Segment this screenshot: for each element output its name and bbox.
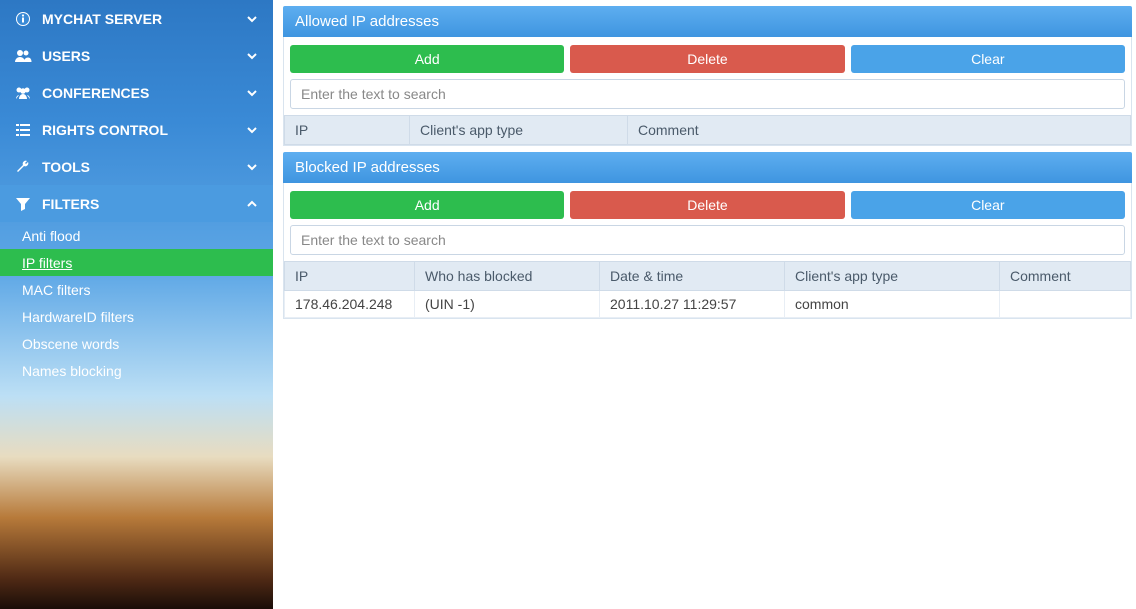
blocked-add-button[interactable]: Add [290, 191, 564, 219]
chevron-down-icon [245, 49, 259, 63]
nav-label: RIGHTS CONTROL [42, 122, 168, 138]
allowed-toolbar: Add Delete Clear [284, 37, 1131, 79]
chevron-down-icon [245, 123, 259, 137]
cell-ip: 178.46.204.248 [285, 291, 415, 318]
blocked-panel: Blocked IP addresses Add Delete Clear IP… [283, 152, 1132, 319]
sub-names-blocking[interactable]: Names blocking [0, 357, 273, 384]
filter-icon [14, 195, 32, 213]
nav-label: MYCHAT SERVER [42, 11, 162, 27]
sub-hardwareid-filters[interactable]: HardwareID filters [0, 303, 273, 330]
nav-users[interactable]: USERS [0, 37, 273, 74]
col-ip[interactable]: IP [285, 116, 410, 145]
blocked-toolbar: Add Delete Clear [284, 183, 1131, 225]
allowed-panel-body: Add Delete Clear IP Client's app type Co… [283, 37, 1132, 146]
sidebar: MYCHAT SERVER USERS CONFERENCES RIGHTS C… [0, 0, 273, 609]
blocked-delete-button[interactable]: Delete [570, 191, 844, 219]
nav-label: CONFERENCES [42, 85, 149, 101]
allowed-add-button[interactable]: Add [290, 45, 564, 73]
nav-rights-control[interactable]: RIGHTS CONTROL [0, 111, 273, 148]
sub-obscene-words[interactable]: Obscene words [0, 330, 273, 357]
blocked-table: IP Who has blocked Date & time Client's … [284, 261, 1131, 318]
col-comment[interactable]: Comment [628, 116, 1131, 145]
chevron-down-icon [245, 12, 259, 26]
blocked-clear-button[interactable]: Clear [851, 191, 1125, 219]
sub-anti-flood[interactable]: Anti flood [0, 222, 273, 249]
cell-client-type: common [785, 291, 1000, 318]
sub-mac-filters[interactable]: MAC filters [0, 276, 273, 303]
blocked-search-input[interactable] [290, 225, 1125, 255]
chevron-down-icon [245, 160, 259, 174]
nav-tools[interactable]: TOOLS [0, 148, 273, 185]
col-client-type[interactable]: Client's app type [410, 116, 628, 145]
chevron-up-icon [245, 197, 259, 211]
nav-label: FILTERS [42, 196, 99, 212]
chevron-down-icon [245, 86, 259, 100]
group-icon [14, 84, 32, 102]
col-who[interactable]: Who has blocked [415, 262, 600, 291]
sub-ip-filters[interactable]: IP filters [0, 249, 273, 276]
blocked-panel-title: Blocked IP addresses [283, 152, 1132, 183]
cell-who: (UIN -1) [415, 291, 600, 318]
nav-conferences[interactable]: CONFERENCES [0, 74, 273, 111]
nav-filters[interactable]: FILTERS [0, 185, 273, 222]
allowed-delete-button[interactable]: Delete [570, 45, 844, 73]
wrench-icon [14, 158, 32, 176]
col-comment[interactable]: Comment [1000, 262, 1131, 291]
users-icon [14, 47, 32, 65]
allowed-clear-button[interactable]: Clear [851, 45, 1125, 73]
info-icon [14, 10, 32, 28]
col-ip[interactable]: IP [285, 262, 415, 291]
allowed-panel: Allowed IP addresses Add Delete Clear IP… [283, 6, 1132, 146]
table-row[interactable]: 178.46.204.248 (UIN -1) 2011.10.27 11:29… [285, 291, 1131, 318]
blocked-panel-body: Add Delete Clear IP Who has blocked Date… [283, 183, 1132, 319]
main-content: Allowed IP addresses Add Delete Clear IP… [273, 0, 1136, 609]
col-client-type[interactable]: Client's app type [785, 262, 1000, 291]
nav-label: USERS [42, 48, 90, 64]
nav-label: TOOLS [42, 159, 90, 175]
cell-datetime: 2011.10.27 11:29:57 [600, 291, 785, 318]
list-icon [14, 121, 32, 139]
allowed-panel-title: Allowed IP addresses [283, 6, 1132, 37]
nav-mychat-server[interactable]: MYCHAT SERVER [0, 0, 273, 37]
allowed-search-input[interactable] [290, 79, 1125, 109]
cell-comment [1000, 291, 1131, 318]
allowed-table: IP Client's app type Comment [284, 115, 1131, 145]
col-datetime[interactable]: Date & time [600, 262, 785, 291]
